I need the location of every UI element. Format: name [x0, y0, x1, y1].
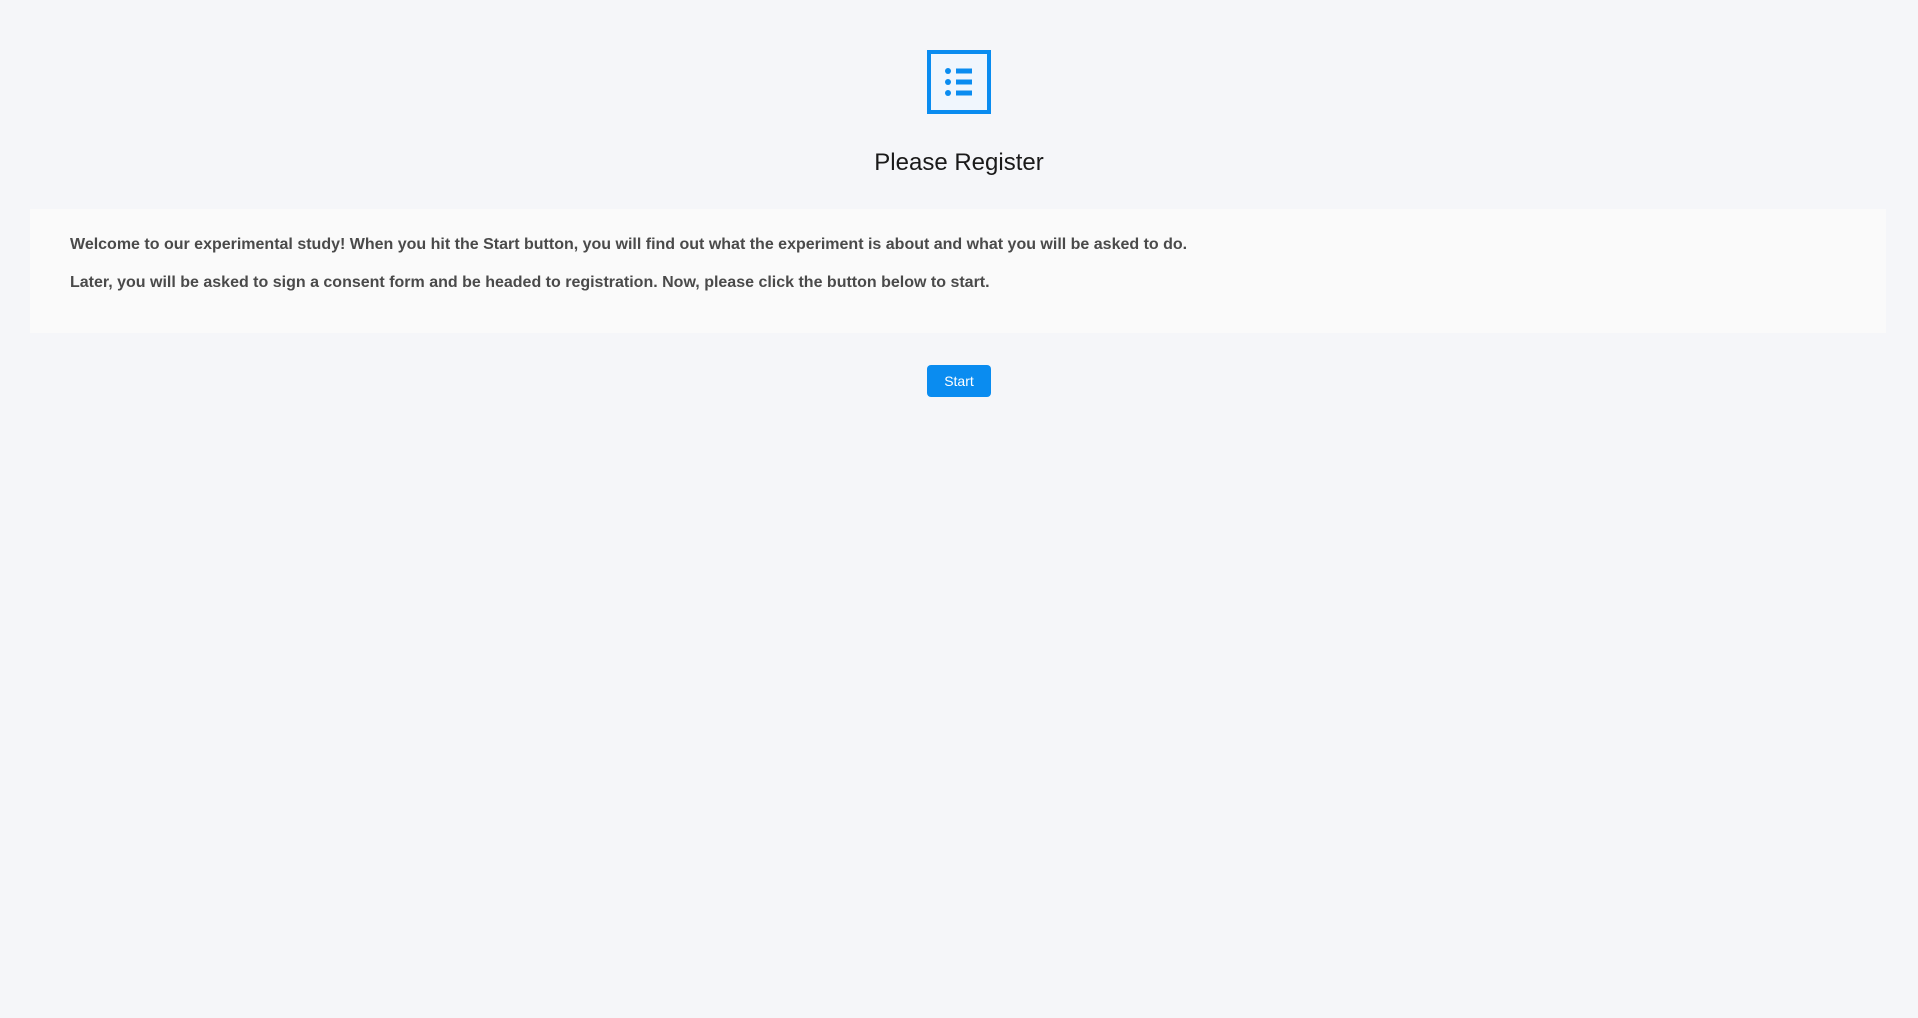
header: Please Register — [0, 0, 1918, 178]
list-icon — [927, 50, 991, 114]
welcome-text: Welcome to our experimental study! When … — [70, 236, 1188, 253]
page-title: Please Register — [874, 149, 1044, 176]
start-button[interactable]: Start — [927, 365, 991, 397]
welcome-panel: Welcome to our experimental study! When … — [30, 209, 1886, 333]
actions: Start — [0, 365, 1918, 397]
instructions-text: Later, you will be asked to sign a conse… — [70, 274, 990, 291]
registration-page: Please Register Welcome to our experimen… — [0, 0, 1918, 1018]
